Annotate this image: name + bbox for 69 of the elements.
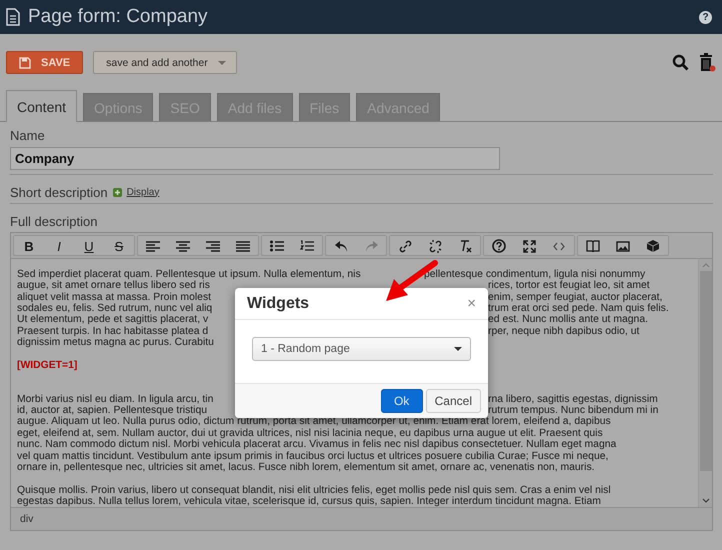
window-title: Page form: Company [28, 6, 208, 28]
save-another-dropdown[interactable]: save and add another [93, 51, 237, 74]
align-right-icon[interactable] [206, 240, 220, 252]
floppy-icon [19, 56, 31, 68]
editor-text: id, auctor at, sapien. Pellentesque tristiqu [17, 405, 208, 416]
editor-text: ed est. Nunc mollis ante ut magna. [488, 314, 649, 326]
justify-icon[interactable] [236, 240, 250, 252]
editor-text: rutrum tempus. Nunc bibendum mi in [488, 405, 660, 416]
bullet-list-icon[interactable] [270, 240, 284, 252]
document-icon [6, 8, 20, 26]
scroll-down-icon[interactable] [702, 498, 710, 503]
caret-icon [218, 60, 226, 64]
clear-format-icon[interactable] [458, 240, 472, 252]
trash-icon[interactable] [699, 53, 716, 72]
display-link[interactable]: Display [126, 186, 160, 198]
editor-text: trum erat orci sed pede. Nam quis felis. [488, 303, 670, 314]
editor-text: ornare in, pellentesque nec, ultricies sit amet, lacus. Fusce nibh lorem, elementum sit amet, ornare ac, venenatis non, mauris. [17, 462, 595, 474]
ok-button[interactable]: Ok [380, 389, 423, 413]
short-description-label: Short description [10, 184, 108, 200]
editor-text: aliquet velit massa at massa. Proin molest [17, 292, 212, 303]
help-icon[interactable] [492, 239, 506, 253]
format-button[interactable]: S [104, 236, 134, 256]
plus-icon [112, 188, 122, 196]
editor-text: egestas dapibus. Nulla tellus lorem, vehicula vitae, scelerisque id, cursus quis, sapien. Integer interdum tincidunt magna. Etiam [17, 496, 602, 507]
align-left-icon[interactable] [146, 240, 160, 252]
editor-text: Quisque mollis. Proin varius, libero ut consequat blandit, nisi elit ultricies felis, eget mollis pede nisl quis sem. Cras a enim vel nisl [17, 484, 612, 496]
editor-text: rper, neque nibh dapibus odio, ut [488, 326, 640, 338]
save-button[interactable]: SAVE [6, 51, 84, 74]
book-icon[interactable] [586, 240, 600, 252]
widget-tag: [WIDGET=1] [17, 360, 698, 372]
help-icon[interactable]: ? [699, 10, 712, 24]
widget-select[interactable]: 1 - Random page [252, 337, 471, 361]
editor-text: Praesent turpis. In hac habitasse platea d [17, 326, 210, 338]
name-field[interactable]: Company [10, 147, 500, 170]
maximize-icon[interactable] [522, 240, 536, 252]
image-icon[interactable] [616, 240, 630, 252]
source-code-icon[interactable] [553, 242, 565, 250]
editor-text: nunc. Nam commodo dictum nisl. Morbi vehicula placerat arcu. Vivamus in felis nec nisl dapibus consectetuer. Nullam eget magna [17, 439, 618, 450]
unlink-icon[interactable] [428, 240, 442, 252]
editor-text: Sed imperdiet placerat quam. Pellentesque ut ipsum. Nulla elementum, nis [17, 269, 362, 280]
editor-text: rices, tortor est feugiat leo, sit amet [488, 280, 651, 292]
full-description-label: Full description [10, 214, 98, 229]
dialog-title: Widgets [247, 294, 310, 312]
format-button[interactable]: I [44, 236, 74, 256]
tab[interactable]: Content [6, 90, 78, 122]
caret-icon [454, 347, 462, 351]
editor-text: augue, sit amet ornare tellus libero sed ris [17, 280, 211, 292]
editor-text: Ut elementum, pede et sagittis placerat, v [17, 314, 210, 326]
editor-text: Morbi varius nisl eu diam. In ligula arcu, tin [17, 394, 214, 406]
editor-text: eget, eleifend at, sem. Nullam auctor, dui ut gravida ultrices, nisl nisi lacinia neque, eu dapibus urna augue ut elit. Praesent quis [17, 428, 604, 440]
numbered-list-icon[interactable] [300, 240, 314, 252]
editor-text: pellentesque condimentum, ligula nisi nonummy [424, 269, 646, 280]
format-button[interactable]: U [74, 236, 104, 256]
close-icon[interactable]: × [467, 295, 476, 312]
cube-icon[interactable] [647, 240, 659, 252]
format-button[interactable]: B [14, 236, 44, 256]
name-label: Name [10, 128, 46, 143]
editor-text: sodales eu, felis. Sed rutrum, nunc vel aliq [17, 303, 214, 314]
editor-text: dignissim metus magna ac purus. Curabitu [17, 337, 215, 348]
align-center-icon[interactable] [176, 240, 190, 252]
editor-text: enim, semper feugiat, auctor placerat, [488, 292, 664, 303]
cancel-button[interactable]: Cancel [426, 389, 481, 413]
editor-text: vel quam mattis tincidunt. Vestibulum ante ipsum primis in faucibus orci luctus et ultrices posuere cubilia Curae; Fusce mi neque, [17, 450, 610, 462]
undo-icon[interactable] [334, 240, 348, 252]
link-icon[interactable] [398, 240, 412, 252]
search-icon[interactable] [672, 54, 689, 71]
scrollbar[interactable] [698, 259, 712, 507]
editor-text: rna libero, sagittis egestas, dignissim [488, 394, 659, 406]
status-path: div [20, 513, 34, 525]
